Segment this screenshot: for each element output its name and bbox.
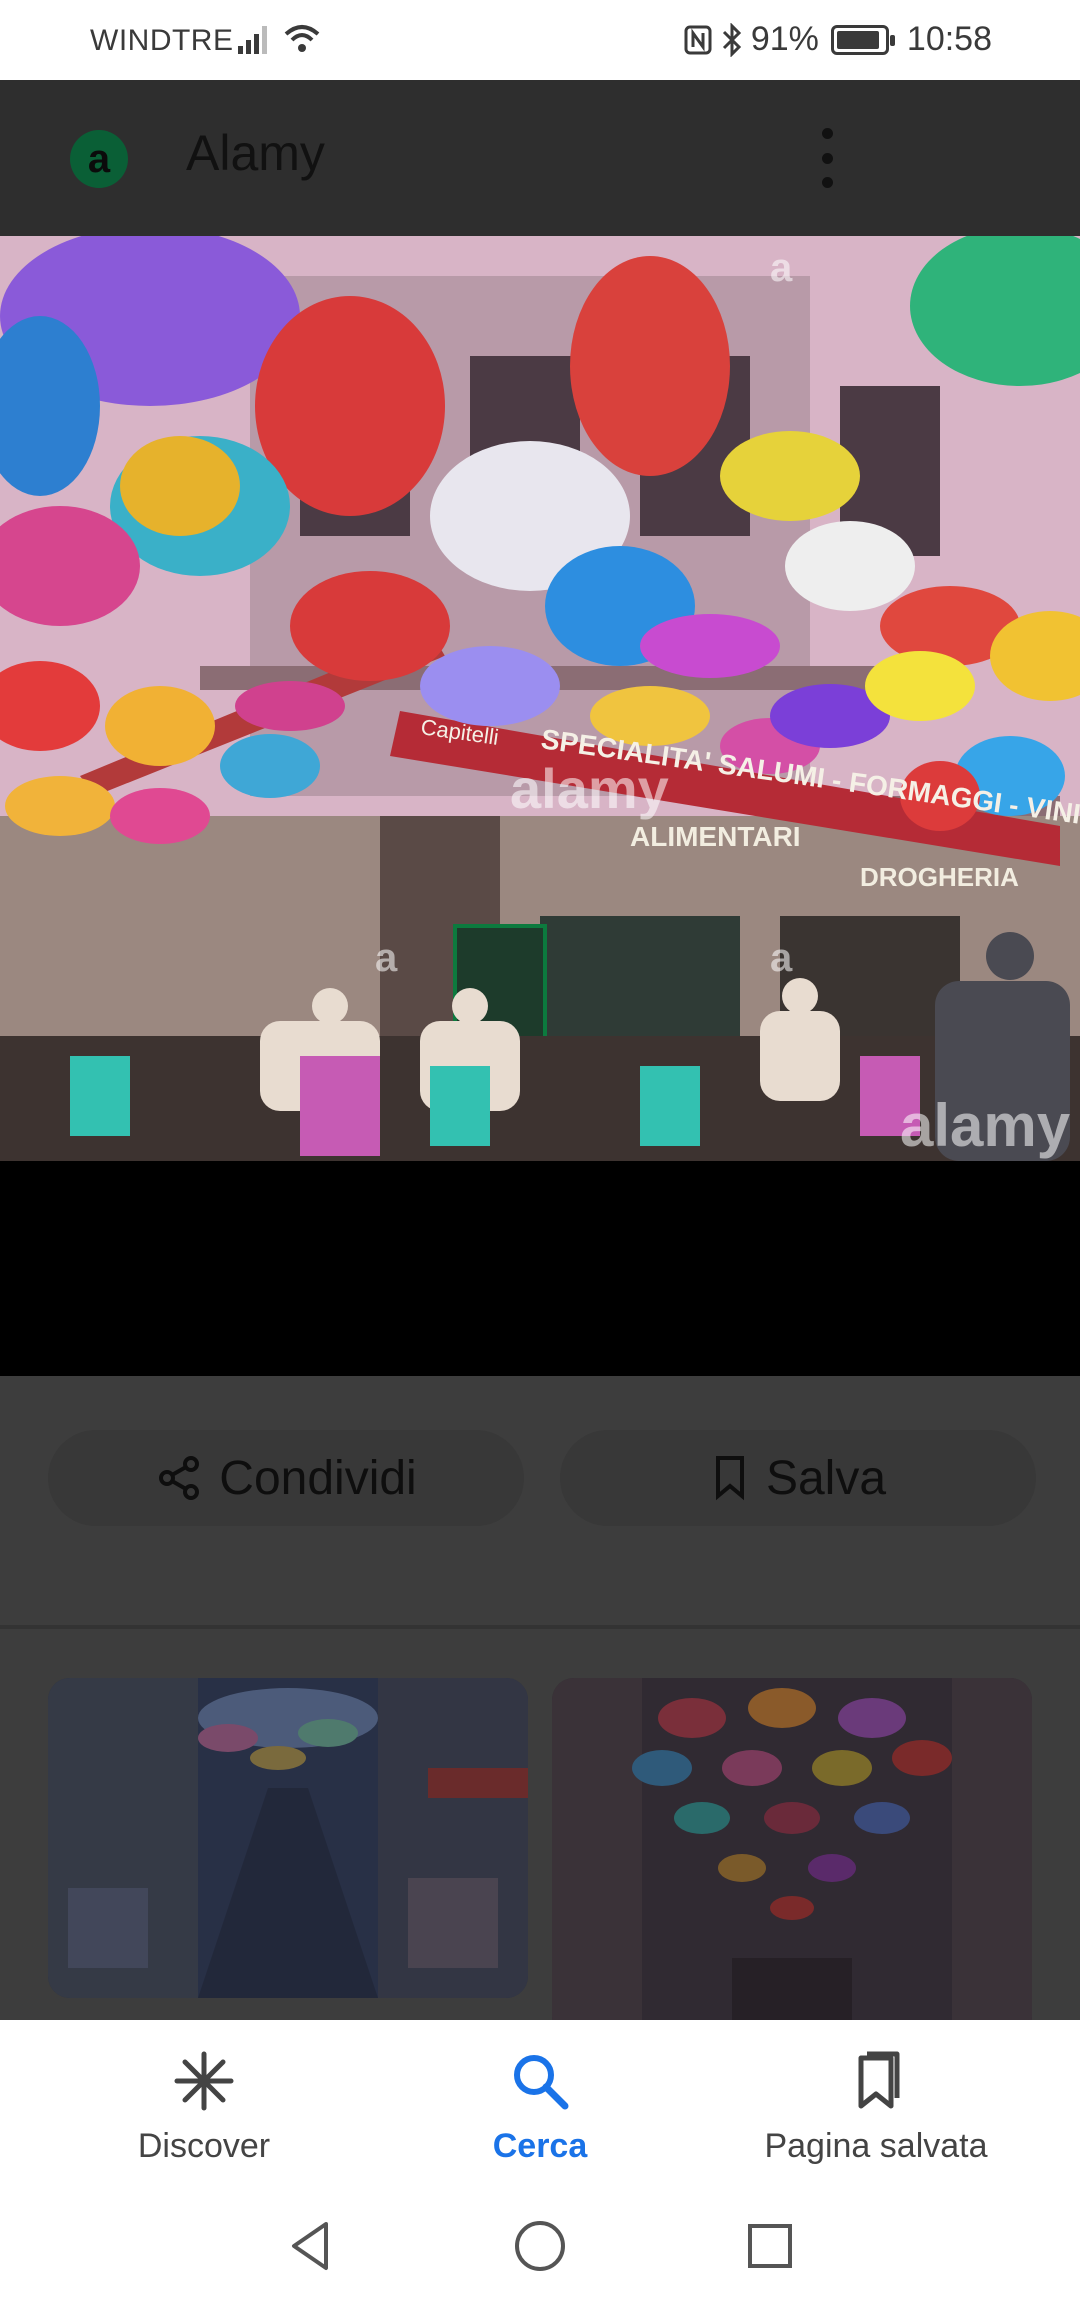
bottom-navigation: Discover Cerca Pagina salvata bbox=[0, 2020, 1080, 2200]
site-title: Alamy bbox=[186, 125, 325, 181]
save-button[interactable]: Salva bbox=[560, 1430, 1036, 1526]
watermark: alamy bbox=[900, 1092, 1071, 1159]
system-navigation bbox=[0, 2200, 1080, 2311]
nav-discover[interactable]: Discover bbox=[54, 2050, 354, 2166]
app-header: a Alamy bbox=[0, 80, 1080, 236]
nav-discover-label: Discover bbox=[137, 2127, 271, 2165]
asterisk-icon bbox=[174, 2051, 234, 2111]
clock: 10:58 bbox=[906, 20, 992, 58]
search-icon bbox=[514, 2055, 569, 2110]
share-button[interactable]: Condividi bbox=[48, 1430, 524, 1526]
share-icon bbox=[159, 1456, 200, 1500]
main-photo[interactable]: SPECIALITA' SALUMI - FORMAGGI - VINI - L… bbox=[0, 236, 1080, 1376]
status-right: 91% 10:58 bbox=[683, 20, 992, 59]
save-label: Salva bbox=[765, 1451, 887, 1505]
home-icon[interactable] bbox=[512, 2218, 568, 2274]
divider bbox=[0, 1625, 1080, 1629]
nav-saved-label: Pagina salvata bbox=[764, 2127, 988, 2165]
bluetooth-icon bbox=[722, 22, 741, 57]
related-image[interactable] bbox=[48, 1678, 528, 1998]
nav-search[interactable]: Cerca bbox=[390, 2050, 690, 2166]
related-image[interactable] bbox=[552, 1678, 1032, 2020]
nfc-icon bbox=[684, 25, 712, 54]
share-label: Condividi bbox=[219, 1451, 417, 1505]
thumbnail-umbrellas bbox=[552, 1678, 1032, 2020]
shop-sign-drogheria: DROGHERIA bbox=[860, 862, 1019, 892]
shop-sign-alimentari: ALIMENTARI bbox=[630, 821, 801, 852]
site-logo: a bbox=[70, 130, 128, 188]
back-icon[interactable] bbox=[282, 2218, 338, 2274]
signal-icon bbox=[238, 26, 267, 54]
nav-saved-pages[interactable]: Pagina salvata bbox=[726, 2050, 1026, 2166]
action-row: Condividi Salva bbox=[0, 1430, 1080, 1550]
bookmarks-icon bbox=[858, 2051, 900, 2109]
watermark: a bbox=[770, 936, 793, 980]
recents-icon[interactable] bbox=[742, 2218, 798, 2274]
status-bar: WINDTRE 91% 10:58 bbox=[0, 0, 1080, 80]
battery-icon bbox=[830, 24, 895, 55]
bookmark-icon bbox=[715, 1456, 744, 1501]
watermark: a bbox=[375, 936, 398, 980]
thumbnail-street bbox=[48, 1678, 528, 1998]
page-content: a Alamy SPECIALITA' SALUMI - FORMAGGI - … bbox=[0, 80, 1080, 2020]
wifi-icon bbox=[284, 25, 320, 52]
carrier-name: WINDTRE bbox=[90, 24, 234, 57]
more-vert-icon[interactable] bbox=[812, 128, 842, 188]
nav-search-label: Cerca bbox=[492, 2127, 588, 2165]
watermark: alamy bbox=[510, 757, 669, 820]
battery-percent: 91% bbox=[750, 20, 819, 58]
watermark: a bbox=[770, 246, 793, 290]
